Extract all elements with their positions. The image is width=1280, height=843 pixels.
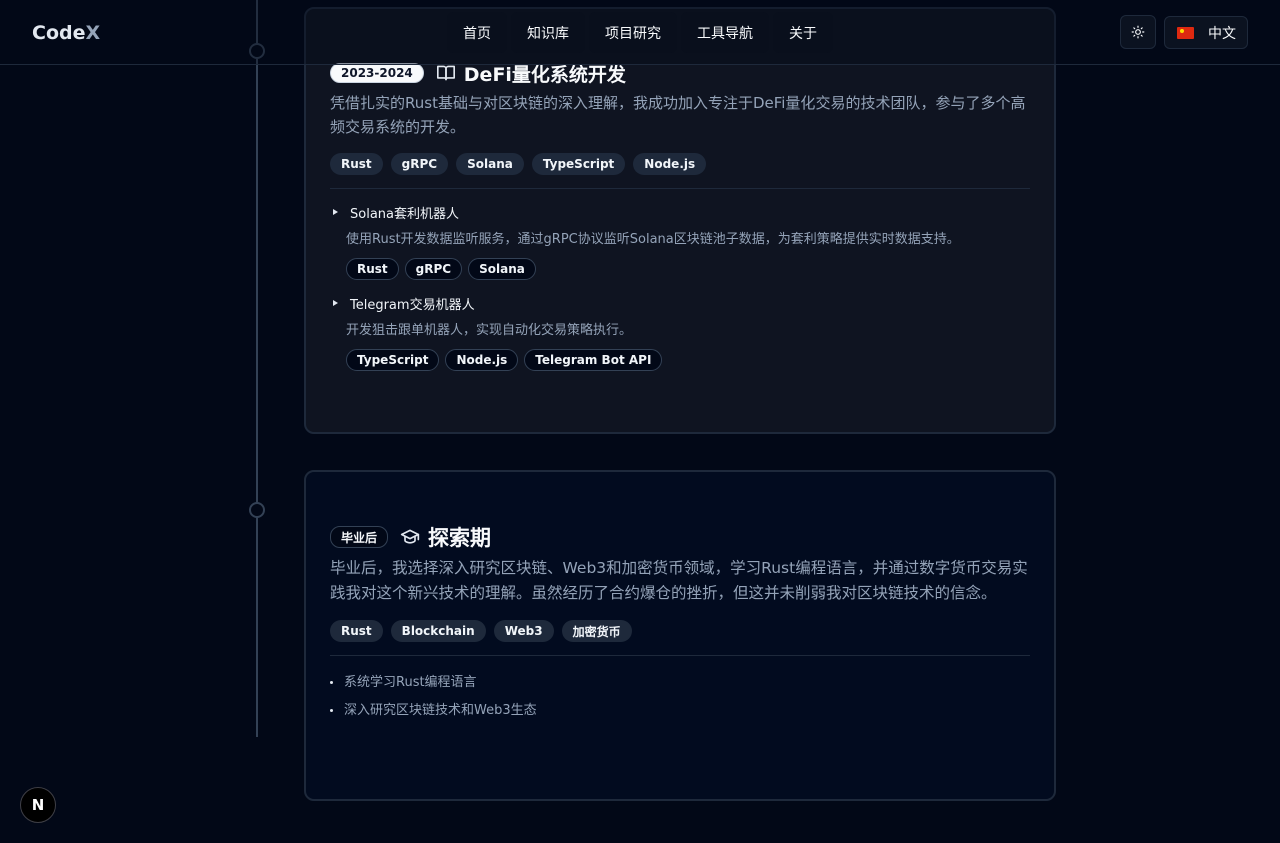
- highlight-list: 系统学习Rust编程语言 深入研究区块链技术和Web3生态: [330, 666, 1030, 722]
- project-tag: Rust: [346, 258, 399, 280]
- timeline-card-defi: 2023-2024 DeFi量化系统开发 凭借扎实的Rust基础与对区块链的深入…: [304, 7, 1056, 434]
- sun-icon: [1131, 25, 1145, 39]
- project-toggle[interactable]: Solana套利机器人: [330, 203, 1030, 222]
- caret-right-icon: [333, 209, 338, 215]
- tech-tag: Solana: [456, 153, 524, 175]
- page: 2023-2024 DeFi量化系统开发 凭借扎实的Rust基础与对区块链的深入…: [0, 0, 1280, 843]
- main-nav: 首页 知识库 项目研究 工具导航 关于: [447, 12, 833, 53]
- dev-indicator-button[interactable]: N: [20, 787, 56, 823]
- logo-accent: X: [85, 22, 101, 44]
- graduation-cap-icon: [400, 528, 420, 546]
- tech-tag: Node.js: [633, 153, 707, 175]
- tech-tag: Web3: [493, 620, 554, 642]
- highlight-text: 系统学习Rust编程语言: [344, 674, 477, 690]
- highlight-item: 系统学习Rust编程语言: [330, 666, 1030, 694]
- timeline-card-exploration: 毕业后 探索期 毕业后，我选择深入研究区块链、Web3和加密货币领域，学习Rus…: [304, 470, 1056, 801]
- logo[interactable]: CodeX: [32, 22, 100, 44]
- highlight-item: 深入研究区块链技术和Web3生态: [330, 694, 1030, 722]
- language-label: 中文: [1208, 25, 1236, 42]
- bullet-icon: [330, 680, 333, 684]
- nav-tools[interactable]: 工具导航: [681, 12, 769, 53]
- project-item: Telegram交易机器人 开发狙击跟单机器人，实现自动化交易策略执行。 Typ…: [330, 294, 1030, 371]
- book-open-icon: [436, 64, 456, 82]
- nav-about[interactable]: 关于: [773, 12, 833, 53]
- china-flag-icon: [1177, 26, 1194, 39]
- tech-tag: TypeScript: [531, 153, 626, 175]
- card-header: 毕业后 探索期: [330, 522, 1030, 552]
- project-description: 使用Rust开发数据监听服务，通过gRPC协议监听Solana区块链池子数据，为…: [346, 232, 960, 247]
- timeline-dot: [249, 502, 265, 518]
- tech-tags: Rust Blockchain Web3 加密货币: [330, 620, 1030, 642]
- project-tags: TypeScript Node.js Telegram Bot API: [346, 349, 1030, 371]
- project-tag: Solana: [468, 258, 536, 280]
- divider: [330, 655, 1030, 656]
- project-tag: gRPC: [404, 258, 463, 280]
- nav-project-research[interactable]: 项目研究: [589, 12, 677, 53]
- nav-home[interactable]: 首页: [447, 12, 507, 53]
- card-description: 毕业后，我选择深入研究区块链、Web3和加密货币领域，学习Rust编程语言，并通…: [330, 559, 1028, 602]
- project-tag: Telegram Bot API: [524, 349, 663, 371]
- tech-tags: Rust gRPC Solana TypeScript Node.js: [330, 153, 1030, 175]
- highlight-text: 深入研究区块链技术和Web3生态: [344, 702, 537, 718]
- project-tags: Rust gRPC Solana: [346, 258, 1030, 280]
- top-header: CodeX 首页 知识库 项目研究 工具导航 关于 中文: [0, 0, 1280, 65]
- bullet-icon: [330, 708, 333, 712]
- card-description: 凭借扎实的Rust基础与对区块链的深入理解，我成功加入专注于DeFi量化交易的技…: [330, 94, 1026, 136]
- tech-tag: 加密货币: [561, 620, 632, 642]
- project-title: Solana套利机器人: [350, 206, 459, 222]
- card-title: 探索期: [428, 526, 492, 550]
- tech-tag: Rust: [330, 153, 383, 175]
- project-title: Telegram交易机器人: [350, 297, 475, 313]
- project-tag: TypeScript: [346, 349, 440, 371]
- tech-tag: gRPC: [390, 153, 449, 175]
- project-description: 开发狙击跟单机器人，实现自动化交易策略执行。: [346, 323, 633, 338]
- project-toggle[interactable]: Telegram交易机器人: [330, 294, 1030, 313]
- theme-toggle-button[interactable]: [1120, 15, 1156, 49]
- divider: [330, 188, 1030, 189]
- tech-tag: Rust: [330, 620, 383, 642]
- project-tag: Node.js: [445, 349, 519, 371]
- tech-tag: Blockchain: [390, 620, 486, 642]
- language-selector[interactable]: 中文: [1164, 16, 1248, 49]
- period-badge: 毕业后: [330, 526, 389, 548]
- project-item: Solana套利机器人 使用Rust开发数据监听服务，通过gRPC协议监听Sol…: [330, 203, 1030, 280]
- nav-knowledge-base[interactable]: 知识库: [511, 12, 585, 53]
- caret-right-icon: [333, 300, 338, 306]
- logo-text: Code: [32, 22, 86, 44]
- timeline-line: [256, 0, 258, 737]
- period-badge: 2023-2024: [330, 63, 424, 83]
